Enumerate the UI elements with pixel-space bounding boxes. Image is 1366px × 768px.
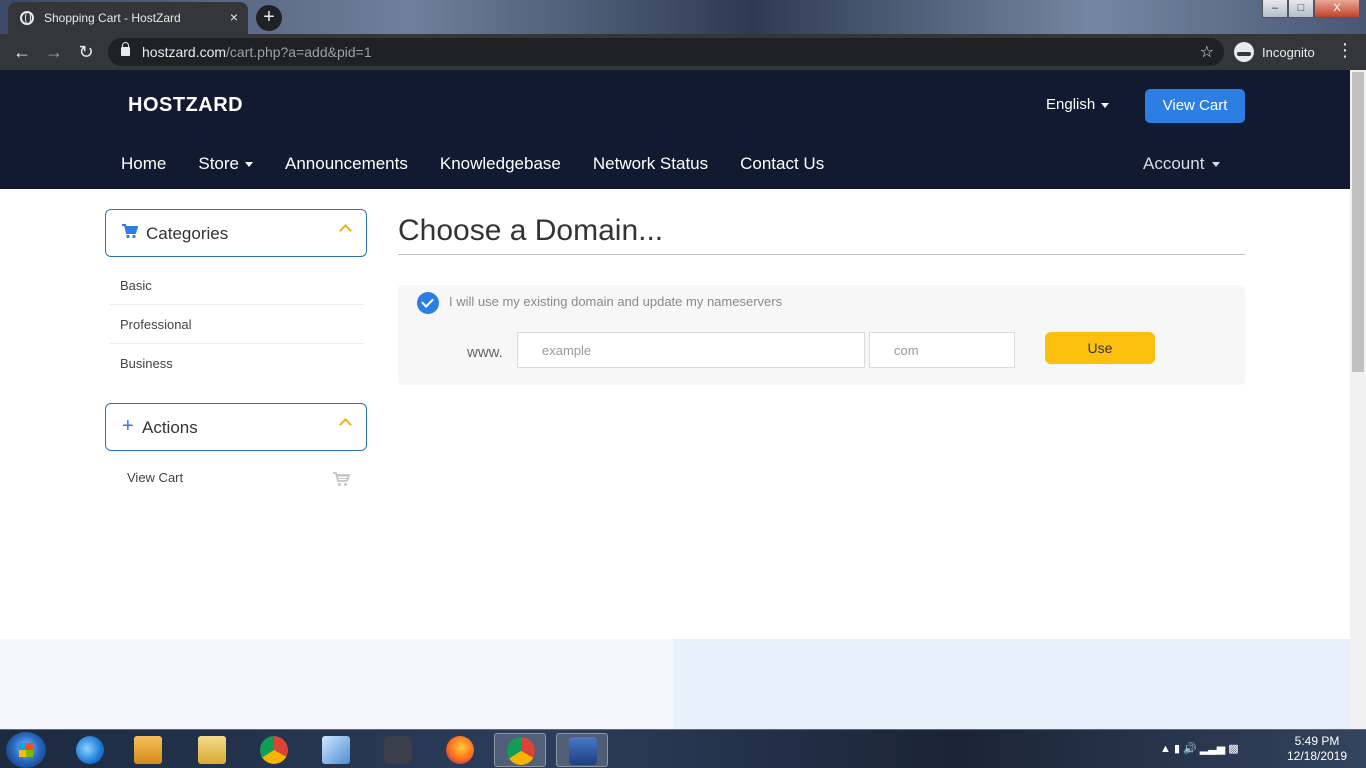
page-scrollbar[interactable] (1350, 70, 1366, 729)
plus-icon: + (122, 415, 134, 437)
chrome-icon (507, 737, 535, 765)
reload-icon[interactable]: ↻ (74, 40, 98, 64)
site-header: HOSTZARD English View Cart Home Store An… (0, 70, 1350, 189)
view-cart-button[interactable]: View Cart (1145, 89, 1245, 123)
incognito-icon (1234, 42, 1254, 62)
shopping-cart-icon (122, 224, 139, 244)
nav-announcements[interactable]: Announcements (285, 154, 408, 174)
site-logo[interactable]: HOSTZARD (128, 94, 243, 117)
system-tray[interactable]: ▲ ▮ 🔊 ▂▃▅ ▩ (1160, 742, 1239, 755)
browser-menu-icon[interactable]: ⋮ (1336, 40, 1354, 61)
nav-network-status[interactable]: Network Status (593, 154, 708, 174)
bookmark-star-icon[interactable]: ☆ (1200, 42, 1214, 62)
domain-option-box: I will use my existing domain and update… (398, 285, 1245, 385)
footer-band-left (0, 639, 674, 729)
footer-band-right (674, 639, 1350, 729)
new-tab-button[interactable]: + (256, 5, 282, 31)
categories-list: Basic Professional Business (110, 266, 364, 383)
use-button[interactable]: Use (1045, 332, 1155, 364)
incognito-indicator[interactable]: Incognito (1234, 42, 1315, 62)
categories-title: Categories (146, 224, 229, 243)
actions-title: Actions (142, 418, 198, 437)
taskbar-malwarebytes[interactable] (556, 733, 608, 767)
language-label: English (1046, 96, 1096, 113)
start-button[interactable] (6, 732, 46, 768)
scrollbar-thumb[interactable] (1352, 72, 1364, 372)
existing-domain-label[interactable]: I will use my existing domain and update… (449, 294, 782, 309)
browser-tab[interactable]: Shopping Cart - HostZard × (8, 2, 248, 34)
nav-store-label: Store (198, 154, 239, 173)
account-label: Account (1143, 154, 1205, 173)
clock-time: 5:49 PM (1294, 734, 1340, 748)
back-arrow-icon[interactable]: ← (10, 40, 34, 64)
tab-title: Shopping Cart - HostZard (44, 11, 181, 25)
chevron-up-icon[interactable] (339, 418, 352, 431)
account-menu[interactable]: Account (1143, 154, 1221, 174)
close-window-button[interactable]: X (1314, 0, 1360, 18)
chevron-up-icon[interactable] (339, 224, 352, 237)
main-nav: Home Store Announcements Knowledgebase N… (121, 154, 856, 174)
www-prefix: www. (467, 344, 503, 361)
categories-panel-header[interactable]: Categories (105, 209, 367, 257)
incognito-label: Incognito (1262, 44, 1315, 60)
minimize-button[interactable]: – (1262, 0, 1288, 18)
taskbar-chrome[interactable] (248, 733, 300, 767)
category-basic[interactable]: Basic (110, 266, 364, 305)
media-player-icon (134, 736, 162, 764)
domain-name-input[interactable] (517, 332, 865, 368)
cart-icon (333, 472, 351, 486)
folder-icon (198, 736, 226, 764)
title-divider (398, 254, 1245, 255)
page-title: Choose a Domain... (398, 214, 664, 247)
taskbar-media-player[interactable] (122, 733, 174, 767)
category-business[interactable]: Business (110, 344, 364, 383)
actions-panel-header[interactable]: + Actions (105, 403, 367, 451)
maximize-button[interactable]: □ (1288, 0, 1314, 18)
category-professional[interactable]: Professional (110, 305, 364, 344)
action-view-cart[interactable]: View Cart (127, 470, 353, 485)
nox-icon (384, 736, 412, 764)
url-path: /cart.php?a=add&pid=1 (226, 44, 372, 60)
internet-explorer-icon (76, 736, 104, 764)
address-bar[interactable]: hostzard.com/cart.php?a=add&pid=1 ☆ (108, 38, 1224, 66)
nav-home[interactable]: Home (121, 154, 166, 174)
taskbar-internet-explorer[interactable] (64, 733, 116, 767)
browser-tab-strip: Shopping Cart - HostZard × + – □ X (0, 0, 1366, 34)
taskbar-file-explorer[interactable] (186, 733, 238, 767)
nav-knowledgebase[interactable]: Knowledgebase (440, 154, 561, 174)
tab-close-icon[interactable]: × (230, 9, 238, 25)
domain-tld-input[interactable] (869, 332, 1015, 368)
taskbar-notepad[interactable] (310, 733, 362, 767)
notepad-icon (322, 736, 350, 764)
chrome-icon (260, 736, 288, 764)
url-text: hostzard.com/cart.php?a=add&pid=1 (142, 44, 372, 60)
globe-icon (20, 11, 34, 25)
clock-date: 12/18/2019 (1286, 749, 1348, 763)
taskbar-clock[interactable]: 5:49 PM 12/18/2019 (1284, 734, 1350, 764)
url-host: hostzard.com (142, 44, 227, 60)
nav-contact-us[interactable]: Contact Us (740, 154, 824, 174)
malwarebytes-icon (569, 737, 597, 765)
caret-down-icon (1212, 162, 1221, 168)
caret-down-icon (1101, 102, 1110, 108)
nav-store[interactable]: Store (198, 154, 253, 174)
caret-down-icon (245, 162, 253, 168)
taskbar-firefox[interactable] (434, 733, 486, 767)
language-selector[interactable]: English (1046, 96, 1110, 113)
windows-taskbar: ▲ ▮ 🔊 ▂▃▅ ▩ 5:49 PM 12/18/2019 (0, 729, 1366, 768)
taskbar-nox[interactable] (372, 733, 424, 767)
existing-domain-radio[interactable] (417, 292, 439, 314)
taskbar-chrome-active[interactable] (494, 733, 546, 767)
firefox-icon (446, 736, 474, 764)
browser-toolbar: ← → ↻ hostzard.com/cart.php?a=add&pid=1 … (0, 34, 1366, 70)
forward-arrow-icon[interactable]: → (42, 40, 66, 64)
lock-icon (121, 42, 130, 56)
